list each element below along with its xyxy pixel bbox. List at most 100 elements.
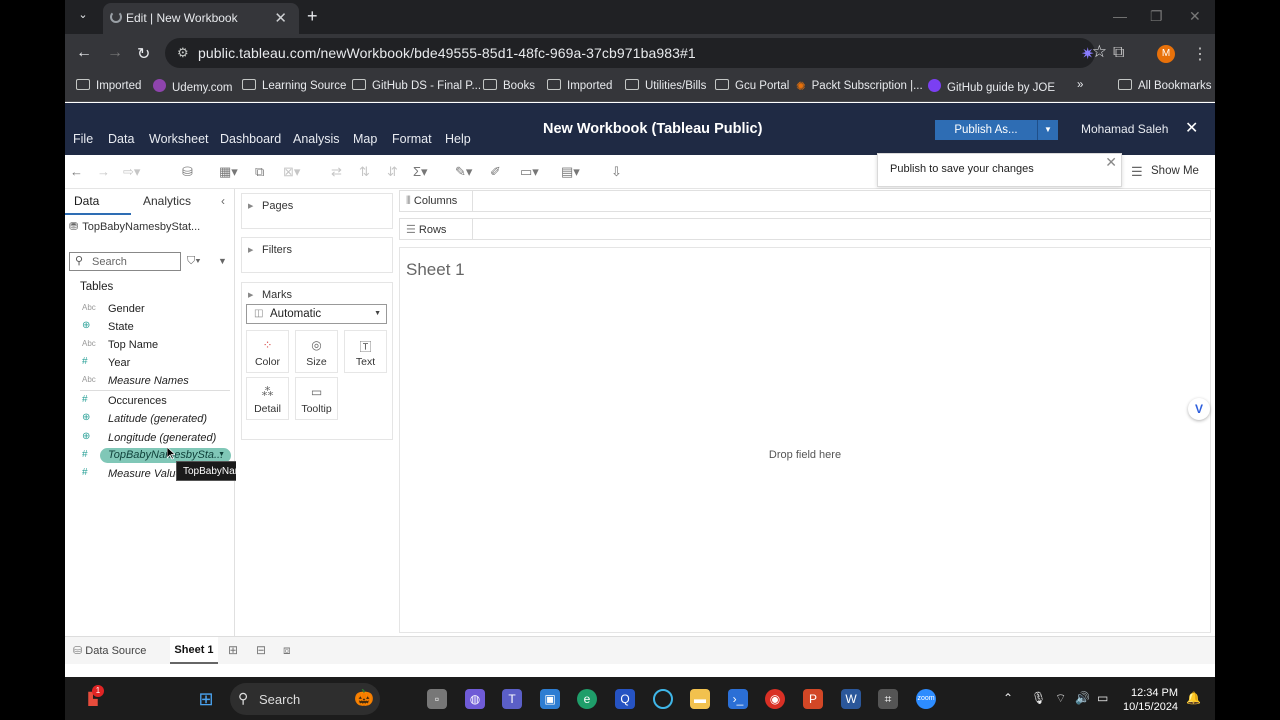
new-dashboard-tab-icon[interactable]: ⊟ — [256, 643, 266, 657]
pages-card[interactable]: ▶ Pages — [241, 193, 393, 229]
close-tip-icon[interactable]: ✕ — [1105, 154, 1117, 171]
columns-shelf[interactable]: ⦀ Columns — [399, 190, 1211, 212]
collapse-icon[interactable]: ▶ — [248, 291, 253, 299]
bookmarks-overflow-icon[interactable]: » — [1077, 79, 1083, 91]
field-measure-names[interactable]: Abc Measure Names — [65, 372, 233, 390]
profile-avatar[interactable]: M — [1157, 45, 1175, 63]
search-input[interactable]: ⚲ Search — [69, 252, 181, 271]
bookmark-gcu-portal[interactable]: Gcu Portal — [715, 79, 789, 92]
bookmark-learning-source[interactable]: Learning Source — [242, 79, 346, 92]
fit-icon[interactable]: ▭▾ — [520, 164, 539, 180]
bookmark-packt[interactable]: ✺ Packt Subscription |... — [796, 79, 923, 93]
maximize-icon[interactable]: ❐ — [1150, 8, 1163, 25]
field-latitude[interactable]: ⊕ Latitude (generated) — [65, 410, 233, 428]
tab-data[interactable]: Data — [74, 194, 99, 208]
extension-icon[interactable]: ✷ — [1081, 44, 1094, 64]
wifi-icon[interactable]: ⌔ — [1055, 691, 1066, 706]
extension-badge-icon[interactable]: V — [1188, 398, 1210, 420]
menu-worksheet[interactable]: Worksheet — [149, 132, 209, 146]
app-icon[interactable]: Q — [615, 689, 635, 709]
field-occurences[interactable]: # Occurences — [65, 392, 233, 410]
battery-icon[interactable]: ▭ — [1097, 691, 1108, 705]
new-worksheet-tab-icon[interactable]: ⊞ — [228, 643, 238, 657]
powershell-icon[interactable]: ›_ — [728, 689, 748, 709]
task-view-icon[interactable]: ▫ — [427, 689, 447, 709]
menu-data[interactable]: Data — [108, 132, 134, 146]
store-icon[interactable]: ▣ — [540, 689, 560, 709]
publish-dropdown-icon[interactable]: ▼ — [1037, 120, 1058, 140]
bookmark-imported-2[interactable]: Imported — [547, 79, 612, 92]
reload-icon[interactable]: ↻ — [137, 44, 150, 64]
data-source-tab[interactable]: ⛁ Data Source — [73, 644, 146, 657]
field-top-name[interactable]: Abc Top Name — [65, 336, 233, 354]
sort-asc-icon[interactable]: ⇅ — [359, 164, 370, 180]
collapse-icon[interactable]: ▶ — [248, 202, 253, 210]
presentation-icon[interactable]: ▤▾ — [561, 164, 580, 180]
tab-sheet-1[interactable]: Sheet 1 — [170, 637, 218, 664]
publish-button[interactable]: Publish As... — [935, 120, 1037, 140]
field-year[interactable]: # Year — [65, 354, 233, 372]
tray-chevron-icon[interactable]: ⌃ — [1003, 691, 1013, 705]
datasource-row[interactable]: ⛃ TopBabyNamesbyStat... — [69, 220, 200, 233]
bookmark-imported[interactable]: Imported — [76, 79, 141, 92]
menu-dashboard[interactable]: Dashboard — [220, 132, 281, 146]
totals-icon[interactable]: Σ▾ — [413, 164, 428, 180]
taskbar-search[interactable]: ⚲ Search 🎃 — [230, 683, 380, 715]
download-icon[interactable]: ⇩ — [611, 164, 622, 180]
replay-icon[interactable]: ⇨▾ — [123, 164, 140, 180]
file-explorer-icon[interactable]: ▬ — [690, 689, 710, 709]
windows-start-icon[interactable]: ⊞ — [196, 689, 216, 709]
redo-icon[interactable]: → — [97, 164, 110, 179]
show-me-button[interactable]: Show Me — [1151, 165, 1199, 177]
tooltip-button[interactable]: ▭ Tooltip — [295, 377, 338, 420]
forward-icon[interactable]: → — [107, 44, 123, 62]
snipping-icon[interactable]: ⌗ — [878, 689, 898, 709]
chrome-menu-icon[interactable]: ⋮ — [1192, 44, 1208, 64]
highlight-icon[interactable]: ✎▾ — [455, 164, 472, 180]
menu-file[interactable]: File — [73, 132, 93, 146]
edge-icon[interactable]: e — [577, 689, 597, 709]
browser-tab[interactable]: Edit | New Workbook ✕ — [103, 3, 299, 34]
bookmark-github-ds[interactable]: GitHub DS - Final P... — [352, 79, 481, 92]
duplicate-icon[interactable]: ⧉ — [255, 164, 264, 180]
pane-menu-icon[interactable]: ▼ — [218, 256, 227, 266]
volume-icon[interactable]: 🔊 — [1075, 691, 1090, 705]
bookmark-utilities[interactable]: Utilities/Bills — [625, 79, 706, 92]
window-close-icon[interactable]: ✕ — [1189, 8, 1201, 25]
sort-desc-icon[interactable]: ⇵ — [387, 164, 398, 180]
tab-analytics[interactable]: Analytics — [143, 194, 191, 208]
field-dropdown-icon[interactable]: ▼ — [218, 451, 225, 458]
cortana-icon[interactable] — [653, 689, 673, 709]
field-gender[interactable]: Abc Gender — [65, 300, 233, 318]
word-icon[interactable]: W — [841, 689, 861, 709]
copilot-icon[interactable]: ◍ — [465, 689, 485, 709]
new-worksheet-icon[interactable]: ▦▾ — [219, 164, 238, 180]
detail-button[interactable]: ⁂ Detail — [246, 377, 289, 420]
text-button[interactable]: 🅃 Text — [344, 330, 387, 373]
all-bookmarks[interactable]: All Bookmarks — [1118, 79, 1212, 92]
minimize-icon[interactable]: — — [1113, 8, 1127, 24]
field-longitude[interactable]: ⊕ Longitude (generated) — [65, 429, 233, 447]
collapse-pane-icon[interactable]: ‹ — [221, 194, 225, 208]
zoom-icon[interactable]: zoom — [916, 689, 936, 709]
user-name[interactable]: Mohamad Saleh — [1081, 122, 1168, 136]
undo-icon[interactable]: ← — [70, 164, 83, 179]
sheet-title[interactable]: Sheet 1 — [406, 260, 465, 280]
extensions-puzzle-icon[interactable]: ⧉ — [1113, 44, 1124, 62]
back-icon[interactable]: ← — [76, 44, 92, 62]
bookmark-udemy[interactable]: Udemy.com — [153, 79, 233, 94]
chrome-icon[interactable]: ◉ — [765, 689, 785, 709]
filters-card[interactable]: ▶ Filters — [241, 237, 393, 273]
clear-icon[interactable]: ⊠▾ — [283, 164, 300, 180]
new-story-tab-icon[interactable]: ⧈ — [283, 643, 291, 658]
teams-icon[interactable]: T — [502, 689, 522, 709]
microphone-icon[interactable]: 🎙 — [1031, 691, 1046, 705]
size-button[interactable]: ◎ Size — [295, 330, 338, 373]
notifications-bell-icon[interactable]: 🔔 — [1186, 691, 1201, 705]
filter-icon[interactable]: ⛉▾ — [187, 255, 201, 268]
close-editor-icon[interactable]: ✕ — [1185, 118, 1198, 138]
menu-analysis[interactable]: Analysis — [293, 132, 340, 146]
menu-format[interactable]: Format — [392, 132, 432, 146]
close-tab-icon[interactable]: ✕ — [274, 9, 287, 27]
field-state[interactable]: ⊕ State — [65, 318, 233, 336]
